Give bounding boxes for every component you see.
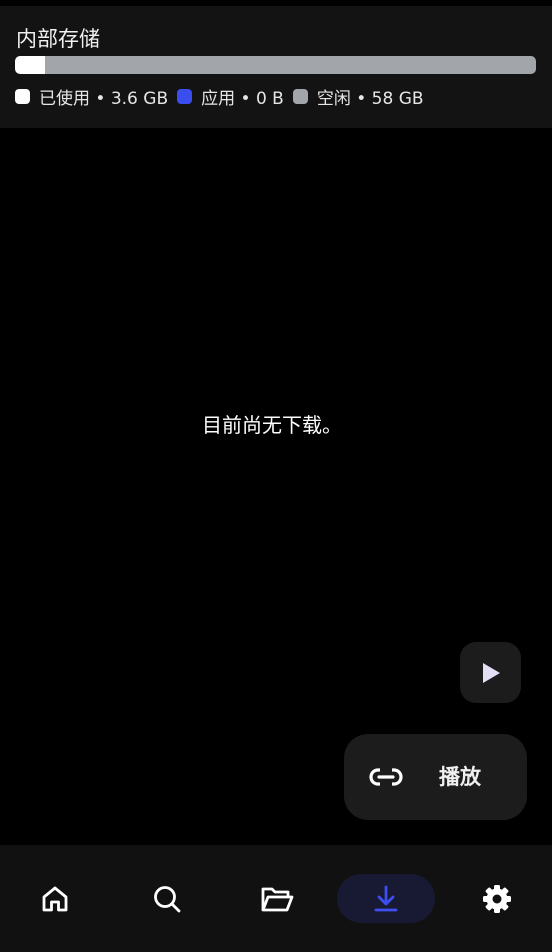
legend-item-used: 已使用 • 3.6 GB <box>15 84 168 109</box>
storage-panel: 内部存储 已使用 • 3.6 GB 应用 • 0 B 空闲 • 58 GB <box>0 6 552 128</box>
nav-item-search[interactable] <box>118 874 216 923</box>
home-icon <box>42 886 68 911</box>
bottom-navigation <box>0 845 552 952</box>
storage-usage-bar <box>15 56 536 74</box>
legend-label-apps: 应用 • 0 B <box>201 88 284 109</box>
play-icon <box>482 662 500 683</box>
empty-downloads-message: 目前尚无下载。 <box>202 413 342 437</box>
legend-swatch-apps <box>177 88 193 104</box>
play-link-fab-button[interactable]: 播放 <box>344 734 527 820</box>
gear-icon <box>483 884 511 913</box>
storage-used-segment <box>15 56 46 74</box>
nav-item-settings[interactable] <box>448 874 546 923</box>
play-fab-button[interactable] <box>460 642 521 703</box>
legend-label-used: 已使用 • 3.6 GB <box>39 88 169 109</box>
nav-item-downloads[interactable] <box>337 874 435 923</box>
storage-legend: 已使用 • 3.6 GB 应用 • 0 B 空闲 • 58 GB <box>15 84 433 109</box>
legend-item-free: 空闲 • 58 GB <box>292 84 424 109</box>
search-icon <box>154 885 181 912</box>
nav-item-home[interactable] <box>6 874 104 923</box>
nav-item-folders[interactable] <box>228 874 326 923</box>
legend-label-free: 空闲 • 58 GB <box>316 88 424 109</box>
legend-item-apps: 应用 • 0 B <box>177 84 284 109</box>
folder-open-icon <box>261 887 294 911</box>
link-icon <box>369 767 403 787</box>
play-fab-label: 播放 <box>439 765 481 789</box>
legend-swatch-used <box>15 88 30 104</box>
storage-title: 内部存储 <box>16 27 100 51</box>
legend-swatch-free <box>292 88 308 104</box>
download-icon <box>374 885 398 911</box>
